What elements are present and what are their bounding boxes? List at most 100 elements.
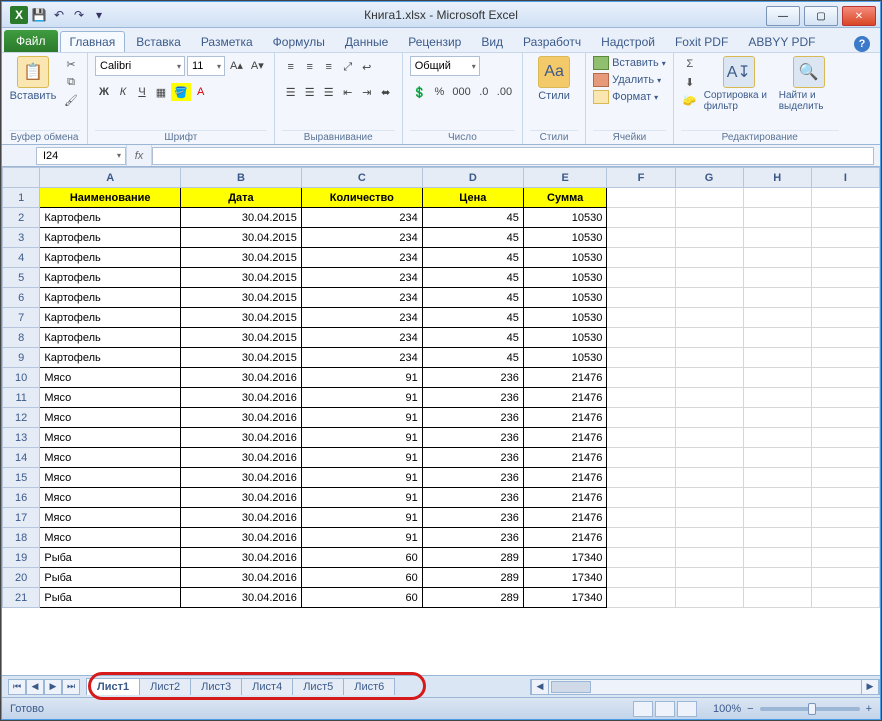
zoom-in-button[interactable]: + [866,703,872,715]
row-header[interactable]: 4 [3,248,40,268]
data-cell[interactable]: 30.04.2016 [181,528,302,548]
find-select-button[interactable]: 🔍 Найти и выделить [779,56,839,112]
empty-cell[interactable] [743,408,811,428]
hscroll-left-icon[interactable]: ◀ [531,679,549,695]
insert-cells-button[interactable]: Вставить▾ [593,56,666,70]
data-cell[interactable]: 17340 [523,548,607,568]
row-header[interactable]: 9 [3,348,40,368]
empty-cell[interactable] [607,568,675,588]
close-button[interactable]: ✕ [842,6,876,26]
column-header[interactable]: I [811,168,879,188]
data-cell[interactable]: 10530 [523,208,607,228]
tab-abbyypdf[interactable]: ABBYY PDF [739,32,824,52]
empty-cell[interactable] [607,388,675,408]
data-cell[interactable]: 30.04.2015 [181,348,302,368]
empty-cell[interactable] [607,228,675,248]
data-cell[interactable]: 21476 [523,368,607,388]
data-cell[interactable]: 30.04.2016 [181,428,302,448]
tab-foxitpdf[interactable]: Foxit PDF [666,32,737,52]
align-left-icon[interactable]: ☰ [282,83,300,101]
sheet-nav-last[interactable]: ⏭ [62,679,80,695]
data-cell[interactable]: 30.04.2015 [181,308,302,328]
help-icon[interactable]: ? [854,36,870,52]
empty-cell[interactable] [743,588,811,608]
hscroll-thumb[interactable] [551,681,591,693]
merge-center-icon[interactable]: ⬌ [377,83,395,101]
empty-cell[interactable] [743,308,811,328]
data-cell[interactable]: 10530 [523,348,607,368]
row-header[interactable]: 2 [3,208,40,228]
data-cell[interactable]: 45 [422,308,523,328]
empty-cell[interactable] [675,188,743,208]
data-cell[interactable]: 234 [301,268,422,288]
currency-icon[interactable]: 💲 [410,83,430,101]
decrease-indent-icon[interactable]: ⇤ [339,83,357,101]
data-cell[interactable]: Картофель [40,248,181,268]
sheet-nav-next[interactable]: ▶ [44,679,62,695]
empty-cell[interactable] [675,248,743,268]
data-cell[interactable]: Мясо [40,428,181,448]
data-cell[interactable]: 45 [422,348,523,368]
empty-cell[interactable] [743,548,811,568]
empty-cell[interactable] [743,348,811,368]
data-cell[interactable]: Рыба [40,548,181,568]
row-header[interactable]: 1 [3,188,40,208]
empty-cell[interactable] [811,308,879,328]
empty-cell[interactable] [743,288,811,308]
data-cell[interactable]: 60 [301,548,422,568]
data-cell[interactable]: 10530 [523,328,607,348]
data-cell[interactable]: 91 [301,508,422,528]
row-header[interactable]: 6 [3,288,40,308]
column-header[interactable]: D [422,168,523,188]
column-header[interactable]: G [675,168,743,188]
data-cell[interactable]: 289 [422,548,523,568]
data-cell[interactable]: 236 [422,448,523,468]
copy-icon[interactable]: ⧉ [62,74,80,90]
data-cell[interactable]: 30.04.2016 [181,368,302,388]
data-cell[interactable]: 45 [422,268,523,288]
qat-dropdown-icon[interactable]: ▾ [90,6,108,24]
data-cell[interactable]: Картофель [40,208,181,228]
data-cell[interactable]: 21476 [523,428,607,448]
data-cell[interactable]: 30.04.2016 [181,588,302,608]
view-normal-icon[interactable] [633,701,653,717]
empty-cell[interactable] [607,208,675,228]
data-cell[interactable]: 30.04.2016 [181,508,302,528]
empty-cell[interactable] [811,408,879,428]
empty-cell[interactable] [811,428,879,448]
tab-developer[interactable]: Разработч [514,32,590,52]
data-cell[interactable]: Мясо [40,408,181,428]
maximize-button[interactable]: ▢ [804,6,838,26]
empty-cell[interactable] [811,508,879,528]
data-cell[interactable]: 91 [301,388,422,408]
row-header[interactable]: 10 [3,368,40,388]
file-tab[interactable]: Файл [4,30,58,52]
empty-cell[interactable] [607,508,675,528]
delete-cells-button[interactable]: Удалить▾ [593,73,661,87]
empty-cell[interactable] [675,368,743,388]
table-header-cell[interactable]: Сумма [523,188,607,208]
increase-indent-icon[interactable]: ⇥ [358,83,376,101]
data-cell[interactable]: 21476 [523,388,607,408]
align-center-icon[interactable]: ☰ [301,83,319,101]
empty-cell[interactable] [675,268,743,288]
data-cell[interactable]: 91 [301,408,422,428]
empty-cell[interactable] [675,568,743,588]
format-painter-icon[interactable]: 🖌 [62,92,80,108]
data-cell[interactable]: 30.04.2015 [181,228,302,248]
name-box[interactable]: I24 [36,147,126,165]
data-cell[interactable]: 30.04.2016 [181,548,302,568]
data-cell[interactable]: 45 [422,288,523,308]
empty-cell[interactable] [607,288,675,308]
empty-cell[interactable] [675,408,743,428]
undo-icon[interactable]: ↶ [50,6,68,24]
row-header[interactable]: 3 [3,228,40,248]
data-cell[interactable]: Картофель [40,228,181,248]
align-top-icon[interactable]: ≡ [282,58,300,76]
data-cell[interactable]: 30.04.2016 [181,468,302,488]
empty-cell[interactable] [743,368,811,388]
sort-filter-button[interactable]: A↧ Сортировка и фильтр [704,56,774,112]
sheet-tab[interactable]: Лист1 [86,678,140,695]
row-header[interactable]: 12 [3,408,40,428]
empty-cell[interactable] [675,328,743,348]
